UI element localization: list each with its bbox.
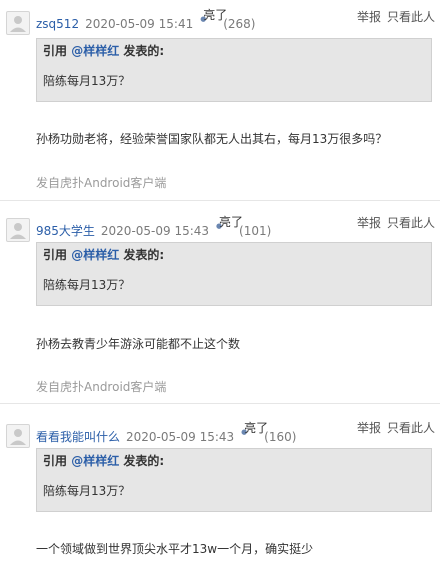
avatar[interactable] <box>6 424 30 448</box>
post-meta: 985大学生 2020-05-09 15:43 ● 亮了 (101) <box>36 215 272 239</box>
quote-text: 陪练每月13万？ <box>43 278 131 292</box>
report-link[interactable]: 举报 <box>357 421 381 435</box>
post-time: 2020-05-09 15:43 <box>126 430 235 444</box>
username-link[interactable]: 看看我能叫什么 <box>36 430 120 444</box>
username-link[interactable]: zsq512 <box>36 17 79 31</box>
reply-post: 看看我能叫什么 2020-05-09 15:43 ● 亮了 (160) 举报 只看此人 引… <box>0 403 440 571</box>
post-actions: 举报 只看此人 <box>351 214 435 231</box>
quote-header: 引用 @样样红 发表的: <box>43 246 425 264</box>
light-label: 亮了 <box>244 421 269 435</box>
quote-suffix: 发表的: <box>123 454 165 468</box>
quote-user-link[interactable]: @样样红 <box>71 248 119 262</box>
light-button[interactable]: ● 亮了 <box>199 8 227 32</box>
light-button[interactable]: ● 亮了 <box>215 215 243 239</box>
post-meta: zsq512 2020-05-09 15:41 ● 亮了 (268) <box>36 8 256 32</box>
quote-block: 引用 @样样红 发表的: 陪练每月13万？ <box>36 38 432 102</box>
post-actions: 举报 只看此人 <box>351 419 435 436</box>
quote-header: 引用 @样样红 发表的: <box>43 42 425 60</box>
post-content: 一个领域做到世界顶尖水平才13w一个月，确实挺少 <box>36 542 314 556</box>
post-meta: 看看我能叫什么 2020-05-09 15:43 ● 亮了 (160) <box>36 421 297 445</box>
post-source: 发自虎扑Android客户端 <box>36 380 167 394</box>
light-label: 亮了 <box>219 215 244 229</box>
quote-suffix: 发表的: <box>123 248 165 262</box>
only-this-user-link[interactable]: 只看此人 <box>387 216 435 230</box>
quote-text: 陪练每月13万？ <box>43 484 131 498</box>
post-source: 发自虎扑Android客户端 <box>36 176 167 190</box>
reply-post: zsq512 2020-05-09 15:41 ● 亮了 (268) 举报 只看此人 引用… <box>0 0 440 200</box>
post-content: 孙杨去教青少年游泳可能都不止这个数 <box>36 337 241 351</box>
quote-prefix: 引用 <box>43 44 68 58</box>
quote-user-link[interactable]: @样样红 <box>71 44 119 58</box>
light-count: (101) <box>239 224 272 238</box>
quote-suffix: 发表的: <box>123 44 165 58</box>
light-count: (160) <box>264 430 297 444</box>
user-avatar-icon <box>10 223 26 239</box>
quote-prefix: 引用 <box>43 454 68 468</box>
quote-header: 引用 @样样红 发表的: <box>43 452 425 470</box>
reply-post: 985大学生 2020-05-09 15:43 ● 亮了 (101) 举报 只看此人 引用… <box>0 200 440 404</box>
post-time: 2020-05-09 15:41 <box>85 17 194 31</box>
avatar[interactable] <box>6 11 30 35</box>
only-this-user-link[interactable]: 只看此人 <box>387 10 435 24</box>
user-avatar-icon <box>10 16 26 32</box>
quote-block: 引用 @样样红 发表的: 陪练每月13万？ <box>36 448 432 512</box>
avatar[interactable] <box>6 218 30 242</box>
post-time: 2020-05-09 15:43 <box>100 224 210 238</box>
post-content: 孙杨功勋老将，经验荣誉国家队都无人出其右，每月13万很多吗？ <box>36 132 388 146</box>
post-actions: 举报 只看此人 <box>351 8 435 25</box>
user-avatar-icon <box>10 429 26 445</box>
only-this-user-link[interactable]: 只看此人 <box>387 421 435 435</box>
quote-block: 引用 @样样红 发表的: 陪练每月13万？ <box>36 242 432 306</box>
report-link[interactable]: 举报 <box>357 216 381 230</box>
report-link[interactable]: 举报 <box>357 10 381 24</box>
light-button[interactable]: ● 亮了 <box>240 421 268 445</box>
light-count: (268) <box>223 17 256 31</box>
quote-user-link[interactable]: @样样红 <box>71 454 119 468</box>
light-label: 亮了 <box>203 8 228 22</box>
quote-text: 陪练每月13万？ <box>43 74 131 88</box>
username-link[interactable]: 985大学生 <box>36 224 95 238</box>
quote-prefix: 引用 <box>43 248 68 262</box>
